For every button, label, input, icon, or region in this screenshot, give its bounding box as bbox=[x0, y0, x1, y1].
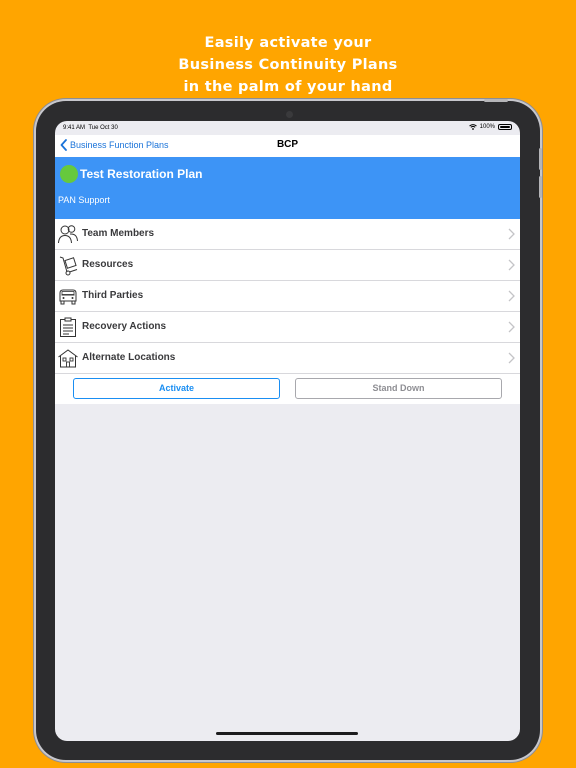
top-button bbox=[484, 99, 508, 102]
menu-item-team-members[interactable]: Team Members bbox=[55, 219, 520, 250]
navigation-bar: Business Function Plans BCP bbox=[55, 135, 520, 157]
menu-item-alternate-locations[interactable]: Alternate Locations bbox=[55, 343, 520, 374]
menu-item-third-parties[interactable]: Third Parties bbox=[55, 281, 520, 312]
menu-item-recovery-actions[interactable]: Recovery Actions bbox=[55, 312, 520, 343]
activate-button[interactable]: Activate bbox=[73, 378, 280, 399]
menu-item-resources[interactable]: Resources bbox=[55, 250, 520, 281]
home-indicator[interactable] bbox=[216, 732, 358, 735]
plan-menu: Team Members Resources Third Parties Rec… bbox=[55, 219, 520, 374]
volume-down-button bbox=[539, 176, 542, 198]
menu-label-alternate-locations: Alternate Locations bbox=[82, 352, 176, 363]
battery-percent: 100% bbox=[479, 124, 495, 130]
status-bar: 9:41 AM Tue Oct 30 100% bbox=[55, 121, 520, 135]
chevron-right-icon bbox=[508, 352, 515, 364]
chevron-right-icon bbox=[508, 228, 515, 240]
chevron-right-icon bbox=[508, 259, 515, 271]
plan-title: Test Restoration Plan bbox=[80, 167, 203, 181]
chevron-right-icon bbox=[508, 290, 515, 302]
promo-line-3: in the palm of your hand bbox=[183, 79, 393, 95]
menu-label-third-parties: Third Parties bbox=[82, 290, 144, 301]
volume-up-button bbox=[539, 148, 542, 170]
chevron-right-icon bbox=[508, 321, 515, 333]
status-indicators: 100% bbox=[468, 124, 512, 130]
status-time: 9:41 AM bbox=[63, 125, 86, 131]
plan-status-indicator bbox=[60, 165, 78, 183]
nav-title: BCP bbox=[276, 139, 299, 150]
menu-label-team-members: Team Members bbox=[82, 228, 155, 239]
promo-line-1: Easily activate your bbox=[204, 35, 372, 51]
promo-line-2: Business Continuity Plans bbox=[178, 57, 398, 73]
battery-icon bbox=[498, 124, 512, 130]
status-date: Tue Oct 30 bbox=[88, 125, 118, 131]
plan-header: Test Restoration Plan PAN Support bbox=[55, 157, 520, 219]
promo-headline: Easily activate your Business Continuity… bbox=[0, 32, 576, 98]
menu-label-resources: Resources bbox=[82, 259, 134, 270]
plan-subtitle: PAN Support bbox=[58, 195, 110, 205]
stand-down-button[interactable]: Stand Down bbox=[295, 378, 502, 399]
menu-label-recovery-actions: Recovery Actions bbox=[82, 321, 167, 332]
status-time-date: 9:41 AM Tue Oct 30 bbox=[63, 125, 118, 131]
action-buttons: Activate Stand Down bbox=[55, 374, 520, 404]
clipboard-icon bbox=[60, 317, 76, 337]
wifi-icon bbox=[468, 124, 477, 130]
building-icon bbox=[58, 349, 78, 368]
front-camera bbox=[286, 111, 293, 118]
van-icon bbox=[59, 289, 77, 305]
device-screen: 9:41 AM Tue Oct 30 100% Business Functio… bbox=[55, 121, 520, 741]
hand-truck-icon bbox=[59, 256, 78, 276]
team-members-icon bbox=[58, 225, 78, 244]
